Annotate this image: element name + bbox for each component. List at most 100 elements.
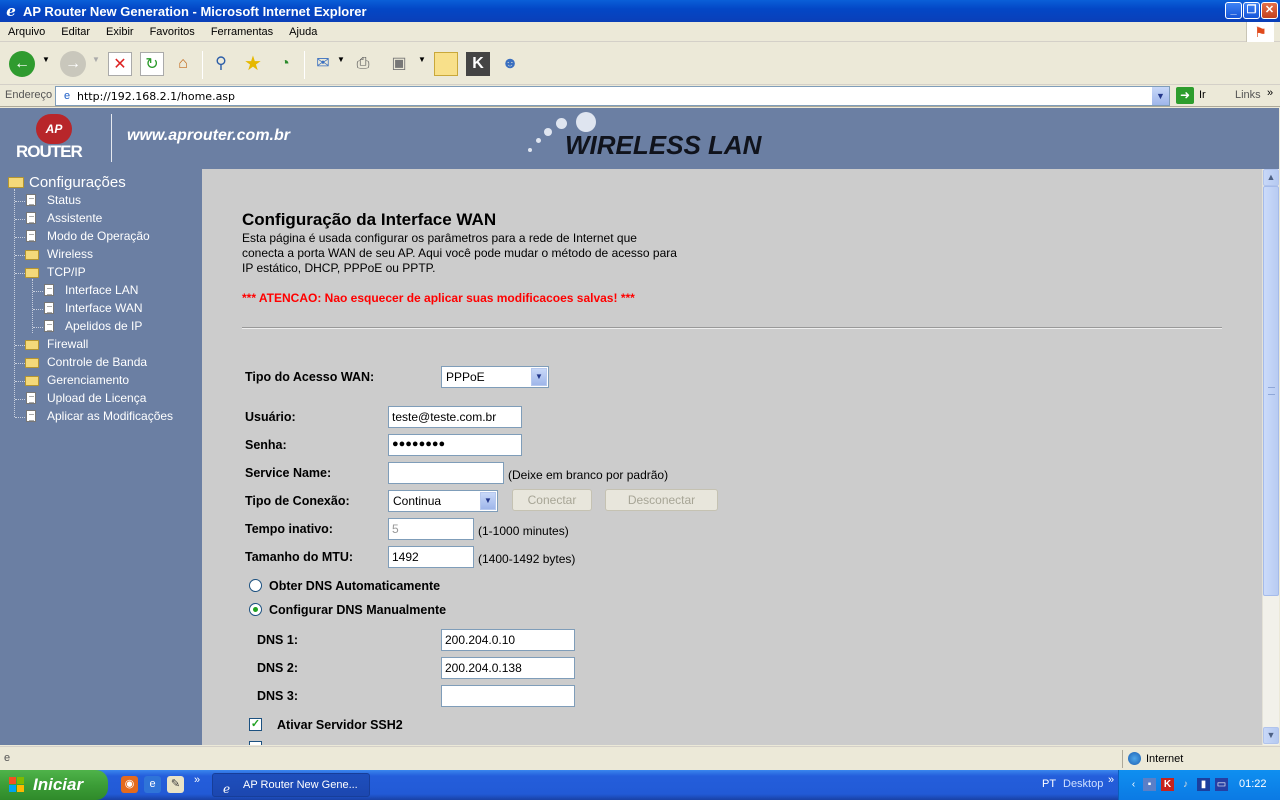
scroll-up-icon[interactable]: ▲	[1263, 169, 1279, 186]
logo-text: ROUTER	[16, 142, 83, 161]
address-input[interactable]: e http://192.168.2.1/home.asp ▼	[55, 86, 1170, 106]
back-dropdown-icon[interactable]: ▼	[42, 55, 50, 64]
tray-arrow-icon[interactable]: ‹	[1127, 778, 1140, 791]
desktop-chevron-icon[interactable]: »	[1108, 774, 1114, 786]
go-arrow-icon[interactable]: ➜	[1176, 87, 1194, 104]
sidebar-item-gerenciamento[interactable]: Gerenciamento	[47, 373, 129, 387]
sidebar-item-banda[interactable]: Controle de Banda	[47, 355, 147, 369]
scroll-down-icon[interactable]: ▼	[1263, 727, 1279, 744]
k-app-icon[interactable]: K	[466, 52, 490, 76]
taskbar-window-button[interactable]: e AP Router New Gene...	[212, 773, 370, 797]
print-icon[interactable]: ⎙	[351, 52, 375, 76]
next-checkbox[interactable]	[249, 741, 262, 745]
ssh-label: Ativar Servidor SSH2	[277, 718, 403, 732]
ie-quicklaunch-icon[interactable]: e	[144, 776, 161, 793]
dns-manual-radio[interactable]	[249, 603, 262, 616]
minimize-button[interactable]: _	[1225, 2, 1242, 19]
ssh-checkbox[interactable]: ✓	[249, 718, 262, 731]
sidebar-item-licenca[interactable]: Upload de Licença	[47, 391, 146, 405]
wan-type-label: Tipo do Acesso WAN:	[245, 370, 375, 384]
maximize-button[interactable]: ❐	[1243, 2, 1260, 19]
speaker-icon[interactable]: ♪	[1179, 778, 1192, 791]
taskbar-window-label: AP Router New Gene...	[243, 779, 358, 791]
wireless-dot-icon	[576, 112, 596, 132]
user-input[interactable]: teste@teste.com.br	[388, 406, 522, 428]
mail-icon[interactable]: ✉	[311, 52, 335, 76]
dns1-input[interactable]: 200.204.0.10	[441, 629, 575, 651]
sidebar-item-modo[interactable]: Modo de Operação	[47, 229, 150, 243]
edit-dropdown-icon[interactable]: ▼	[418, 55, 426, 64]
scroll-thumb[interactable]	[1263, 186, 1279, 596]
globe-icon	[1128, 752, 1141, 765]
device-icon[interactable]: ▮	[1197, 778, 1210, 791]
sidebar-item-tcpip[interactable]: TCP/IP	[47, 265, 86, 279]
stop-icon[interactable]: ✕	[108, 52, 132, 76]
sidebar-item-wireless[interactable]: Wireless	[47, 247, 93, 261]
refresh-icon[interactable]: ↻	[140, 52, 164, 76]
menu-exibir[interactable]: Exibir	[98, 26, 142, 38]
tree-line	[15, 237, 25, 238]
home-icon[interactable]: ⌂	[171, 52, 195, 76]
disconnect-button[interactable]: Desconectar	[605, 489, 718, 511]
search-icon[interactable]: ⚲	[209, 52, 233, 76]
mail-dropdown-icon[interactable]: ▼	[337, 55, 345, 64]
menu-editar[interactable]: Editar	[53, 26, 98, 38]
language-indicator[interactable]: PT	[1042, 778, 1056, 790]
grip-icon	[1268, 387, 1275, 395]
sidebar-item-interface-wan[interactable]: Interface WAN	[65, 301, 143, 315]
vertical-scrollbar[interactable]: ▲ ▼	[1262, 169, 1279, 745]
idle-time-input[interactable]: 5	[388, 518, 474, 540]
sidebar-item-status[interactable]: Status	[47, 193, 81, 207]
password-input[interactable]: ●●●●●●●●	[388, 434, 522, 456]
tree-line	[15, 201, 25, 202]
menu-favoritos[interactable]: Favoritos	[142, 26, 203, 38]
history-icon[interactable]: ◔	[273, 52, 297, 76]
address-dropdown-icon[interactable]: ▼	[1152, 87, 1169, 105]
wan-type-value: PPPoE	[446, 370, 485, 384]
desktop-toolbar[interactable]: Desktop	[1063, 778, 1103, 790]
connection-type-select[interactable]: Continua ▼	[388, 490, 498, 512]
chevron-right-icon[interactable]: »	[1267, 87, 1273, 99]
links-button[interactable]: Links	[1235, 89, 1261, 101]
wan-type-select[interactable]: PPPoE ▼	[441, 366, 549, 388]
menu-ferramentas[interactable]: Ferramentas	[203, 26, 281, 38]
wireless-dot-icon	[556, 118, 567, 129]
tree-line	[33, 291, 43, 292]
forward-icon[interactable]: →	[60, 51, 86, 77]
connect-button[interactable]: Conectar	[512, 489, 592, 511]
close-button[interactable]: ✕	[1261, 2, 1278, 19]
menu-bar: Arquivo Editar Exibir Favoritos Ferramen…	[0, 22, 1280, 42]
edit-icon[interactable]: ▣	[387, 52, 411, 76]
notepad-icon[interactable]: ✎	[167, 776, 184, 793]
dns-auto-radio[interactable]	[249, 579, 262, 592]
menu-arquivo[interactable]: Arquivo	[0, 26, 53, 38]
start-button[interactable]: Iniciar	[0, 770, 108, 800]
monitor-icon[interactable]: ▭	[1215, 778, 1228, 791]
firefox-icon[interactable]: ◉	[121, 776, 138, 793]
wireless-lan-title: WIRELESS LAN	[565, 130, 762, 160]
sidebar-item-aplicar[interactable]: Aplicar as Modificações	[47, 409, 173, 423]
antivirus-icon[interactable]: K	[1161, 778, 1174, 791]
menu-ajuda[interactable]: Ajuda	[281, 26, 325, 38]
sidebar-item-interface-lan[interactable]: Interface LAN	[65, 283, 138, 297]
back-icon[interactable]: ←	[9, 51, 35, 77]
forward-dropdown-icon[interactable]: ▼	[92, 55, 100, 64]
sidebar-item-firewall[interactable]: Firewall	[47, 337, 88, 351]
tree-line	[33, 309, 43, 310]
notes-icon[interactable]	[434, 52, 458, 76]
ie-icon: e	[223, 782, 231, 796]
network-icon[interactable]: ▪	[1143, 778, 1156, 791]
windows-logo-icon: ⚑	[1246, 22, 1274, 42]
dns2-input[interactable]: 200.204.0.138	[441, 657, 575, 679]
favorites-icon[interactable]: ★	[241, 52, 265, 76]
mtu-input[interactable]: 1492	[388, 546, 474, 568]
quicklaunch-chevron-icon[interactable]: »	[194, 774, 200, 786]
sidebar-root[interactable]: Configurações	[29, 174, 126, 191]
messenger-icon[interactable]: ☻	[498, 52, 522, 76]
service-name-input[interactable]	[388, 462, 504, 484]
sidebar-item-assistente[interactable]: Assistente	[47, 211, 102, 225]
go-button[interactable]: Ir	[1199, 89, 1206, 101]
sidebar-item-apelidos[interactable]: Apelidos de IP	[65, 319, 142, 333]
dns3-input[interactable]	[441, 685, 575, 707]
document-icon	[26, 410, 36, 422]
